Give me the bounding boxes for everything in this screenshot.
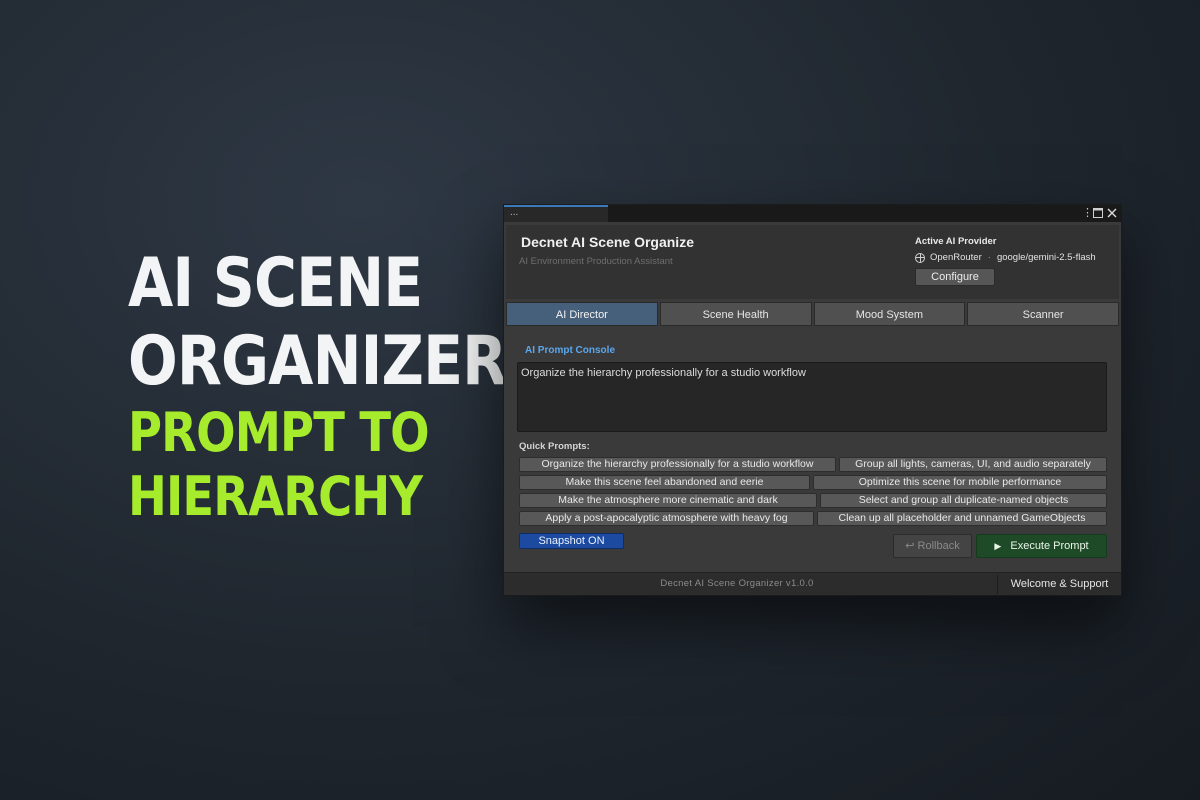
hero-line-1: AI SCENE [128, 244, 423, 323]
welcome-support-link[interactable]: Welcome & Support [998, 573, 1121, 595]
rollback-label: Rollback [917, 540, 960, 552]
quick-prompts-row: Make this scene feel abandoned and eerie… [519, 475, 1107, 490]
quick-prompt-button[interactable]: Select and group all duplicate-named obj… [820, 493, 1107, 508]
provider-label: Active AI Provider [915, 236, 997, 247]
provider-info: OpenRouter · google/gemini-2.5-flash [915, 252, 1096, 263]
quick-prompts-row: Organize the hierarchy professionally fo… [519, 457, 1107, 472]
provider-name: OpenRouter [930, 252, 982, 263]
execute-label: Execute Prompt [1010, 540, 1089, 552]
app-subtitle: AI Environment Production Assistant [519, 256, 673, 267]
provider-model: google/gemini-2.5-flash [996, 252, 1096, 263]
title-bar: ... ⋮ [504, 205, 1121, 222]
quick-prompt-button[interactable]: Apply a post-apocalyptic atmosphere with… [519, 511, 814, 526]
hero-line-4: HIERARCHY [128, 465, 423, 528]
tab-ai-director[interactable]: AI Director [506, 302, 658, 326]
quick-prompt-button[interactable]: Make the atmosphere more cinematic and d… [519, 493, 817, 508]
configure-button[interactable]: Configure [915, 268, 995, 286]
maximize-icon[interactable] [1093, 208, 1103, 222]
editor-window: ... ⋮ Decnet AI Scene Organize AI Enviro… [503, 204, 1122, 596]
status-footer: Decnet AI Scene Organizer v1.0.0 Welcome… [504, 572, 1121, 595]
tab-mood-system[interactable]: Mood System [813, 302, 966, 326]
hero-line-2: ORGANIZER [128, 322, 507, 401]
close-icon[interactable] [1107, 208, 1117, 222]
globe-icon [915, 252, 925, 263]
window-tab[interactable]: ... [504, 205, 608, 222]
quick-prompt-button[interactable]: Optimize this scene for mobile performan… [813, 475, 1107, 490]
version-text: Decnet AI Scene Organizer v1.0.0 [660, 578, 814, 589]
director-panel: AI Prompt Console Organize the hierarchy… [506, 336, 1119, 568]
tab-scene-health[interactable]: Scene Health [659, 302, 812, 326]
quick-prompt-button[interactable]: Clean up all placeholder and unnamed Gam… [817, 511, 1107, 526]
quick-prompts-row: Make the atmosphere more cinematic and d… [519, 493, 1107, 508]
hero-title: AI SCENE ORGANIZER PROMPT TO HIERARCHY [128, 250, 568, 534]
hero-line-3: PROMPT TO [128, 401, 430, 464]
window-header: Decnet AI Scene Organize AI Environment … [506, 225, 1119, 299]
quick-prompt-button[interactable]: Organize the hierarchy professionally fo… [519, 457, 836, 472]
quick-prompts-label: Quick Prompts: [519, 441, 590, 452]
rollback-button[interactable]: ↩ Rollback [893, 534, 972, 558]
kebab-menu-icon[interactable]: ⋮ [1082, 206, 1093, 220]
snapshot-toggle[interactable]: Snapshot ON [519, 533, 624, 549]
undo-icon: ↩ [905, 540, 915, 552]
prompt-console-label: AI Prompt Console [525, 345, 616, 356]
play-icon: ▶ [994, 541, 1002, 551]
provider-separator: · [987, 252, 991, 263]
quick-prompts-row: Apply a post-apocalyptic atmosphere with… [519, 511, 1107, 526]
prompt-textarea[interactable]: Organize the hierarchy professionally fo… [517, 362, 1107, 432]
tab-scanner[interactable]: Scanner [967, 302, 1119, 326]
tab-bar: AI Director Scene Health Mood System Sca… [506, 302, 1119, 326]
app-title: Decnet AI Scene Organize [521, 234, 694, 250]
quick-prompt-button[interactable]: Make this scene feel abandoned and eerie [519, 475, 810, 490]
execute-prompt-button[interactable]: ▶ Execute Prompt [976, 534, 1107, 558]
quick-prompt-button[interactable]: Group all lights, cameras, UI, and audio… [839, 457, 1107, 472]
